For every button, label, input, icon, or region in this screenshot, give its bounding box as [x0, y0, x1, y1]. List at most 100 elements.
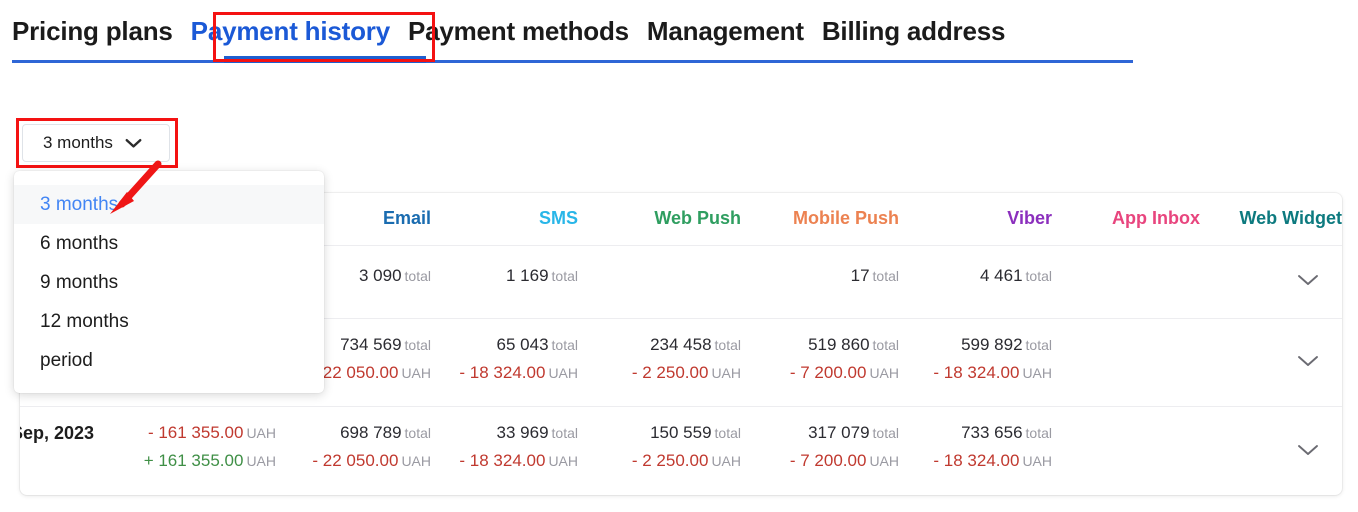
value-unit: total [714, 337, 741, 353]
cell-viber-total: 733 656 total [961, 423, 1052, 443]
cell-viber-amount: - 18 324.00 UAH [933, 451, 1052, 471]
cell-email-total: 698 789 total [340, 423, 431, 443]
value-unit: UAH [711, 453, 741, 469]
cell-sms-amount: - 18 324.00 UAH [459, 363, 578, 383]
tab-pricing-plans[interactable]: Pricing plans [12, 14, 191, 48]
value-unit: total [404, 268, 431, 284]
value-number: 18 324.00 [469, 451, 546, 470]
value-unit: total [551, 268, 578, 284]
value-unit: total [1025, 425, 1052, 441]
value-sign: - [631, 451, 643, 470]
value-unit: UAH [548, 365, 578, 381]
tab-management[interactable]: Management [647, 14, 822, 48]
row-expand-chevron-down-icon[interactable] [1296, 353, 1320, 377]
dropdown-option-6-months[interactable]: 6 months [14, 224, 324, 263]
column-header-email: Email [382, 208, 431, 228]
value-number: 234 458 [650, 335, 712, 354]
table-row[interactable]: Sep, 2023- 161 355.00UAH+ 161 355.00UAH6… [20, 407, 1342, 495]
tab-payment-history[interactable]: Payment history [191, 14, 408, 48]
column-header-viber: Viber [1007, 208, 1052, 228]
value-unit: UAH [1022, 365, 1052, 381]
chevron-down-icon [125, 138, 142, 149]
value-number: 1 169 [505, 266, 549, 285]
value-number: 3 090 [358, 266, 402, 285]
value-unit: total [872, 425, 899, 441]
cell-mobile-push-total: 17 total [851, 266, 899, 286]
column-header-web-push: Web Push [654, 208, 741, 228]
value-sign: - [631, 363, 643, 382]
value-number: 519 860 [808, 335, 870, 354]
cell-web-push-amount: - 2 250.00 UAH [632, 451, 741, 471]
period-filter-dropdown: 3 months 6 months 9 months 12 months period [14, 171, 324, 393]
tab-billing-address[interactable]: Billing address [822, 14, 1023, 48]
value-sign: - [789, 451, 801, 470]
cell-web-push-total: 150 559 total [650, 423, 741, 443]
dropdown-option-period[interactable]: period [14, 341, 324, 380]
value-number: 599 892 [961, 335, 1023, 354]
row-expand-chevron-down-icon[interactable] [1296, 442, 1320, 466]
value-number: 7 200.00 [800, 451, 867, 470]
dropdown-option-12-months[interactable]: 12 months [14, 302, 324, 341]
value-unit: total [1025, 268, 1052, 284]
value-sign: - [933, 451, 944, 470]
value-number: 18 324.00 [943, 363, 1020, 382]
cell-mobile-push-amount: - 7 200.00 UAH [790, 363, 899, 383]
value-unit: UAH [246, 425, 276, 441]
value-unit: UAH [711, 365, 741, 381]
value-number: 734 569 [340, 335, 402, 354]
column-header-web-widget: Web Widget [1239, 208, 1343, 228]
period-filter-button[interactable]: 3 months [22, 124, 170, 162]
cell-mobile-push-total: 519 860 total [808, 335, 899, 355]
cell-web-push-amount: - 2 250.00 UAH [632, 363, 741, 383]
row-period-label: Sep, 2023 [20, 423, 94, 443]
cell-mobile-push-total: 317 079 total [808, 423, 899, 443]
value-unit: total [404, 425, 431, 441]
cell-email-amount: - 22 050.00 UAH [312, 451, 431, 471]
cell-email-total: 734 569 total [340, 335, 431, 355]
row-total-refunded: + 161 355.00 UAH [144, 451, 276, 471]
value-unit: UAH [869, 453, 899, 469]
tab-payment-methods[interactable]: Payment methods [408, 14, 647, 48]
value-number: 698 789 [340, 423, 402, 442]
row-total-charged: - 161 355.00 UAH [148, 423, 276, 443]
value-number: 18 324.00 [469, 363, 546, 382]
cell-sms-total: 33 969 total [497, 423, 578, 443]
value-unit: UAH [1022, 453, 1052, 469]
value-unit: total [872, 268, 899, 284]
value-unit: UAH [869, 365, 899, 381]
value-unit: total [551, 337, 578, 353]
cell-mobile-push-amount: - 7 200.00 UAH [790, 451, 899, 471]
cell-viber-amount: - 18 324.00 UAH [933, 363, 1052, 383]
value-number: 65 043 [496, 335, 549, 354]
dropdown-option-9-months[interactable]: 9 months [14, 263, 324, 302]
row-expand-chevron-down-icon[interactable] [1296, 272, 1320, 296]
value-sign: + [143, 451, 159, 470]
value-unit: UAH [548, 453, 578, 469]
value-unit: total [551, 425, 578, 441]
value-sign: - [459, 451, 470, 470]
tab-bar: Pricing plans Payment history Payment meth… [0, 0, 1145, 68]
cell-viber-total: 4 461 total [980, 266, 1052, 286]
value-number: 161 355.00 [158, 423, 244, 442]
column-header-mobile-push: Mobile Push [792, 208, 899, 228]
cell-email-amount: 22 050.00 UAH [323, 363, 431, 383]
cell-web-push-total: 234 458 total [650, 335, 741, 355]
value-sign: - [312, 451, 323, 470]
period-filter-label: 3 months [43, 133, 113, 152]
value-number: 22 050.00 [322, 451, 399, 470]
tab-list: Pricing plans Payment history Payment meth… [12, 14, 1023, 48]
value-unit: UAH [401, 453, 431, 469]
tab-active-underline [224, 56, 426, 63]
column-header-app-inbox: App Inbox [1112, 208, 1200, 228]
value-number: 18 324.00 [943, 451, 1020, 470]
value-sign: - [789, 363, 801, 382]
value-sign: - [933, 363, 944, 382]
value-sign: - [147, 423, 159, 442]
value-number: 22 050.00 [322, 363, 399, 382]
value-number: 161 355.00 [158, 451, 244, 470]
value-number: 2 250.00 [642, 363, 709, 382]
value-number: 2 250.00 [642, 451, 709, 470]
value-number: 317 079 [808, 423, 870, 442]
dropdown-option-3-months[interactable]: 3 months [14, 185, 324, 224]
value-unit: total [714, 425, 741, 441]
